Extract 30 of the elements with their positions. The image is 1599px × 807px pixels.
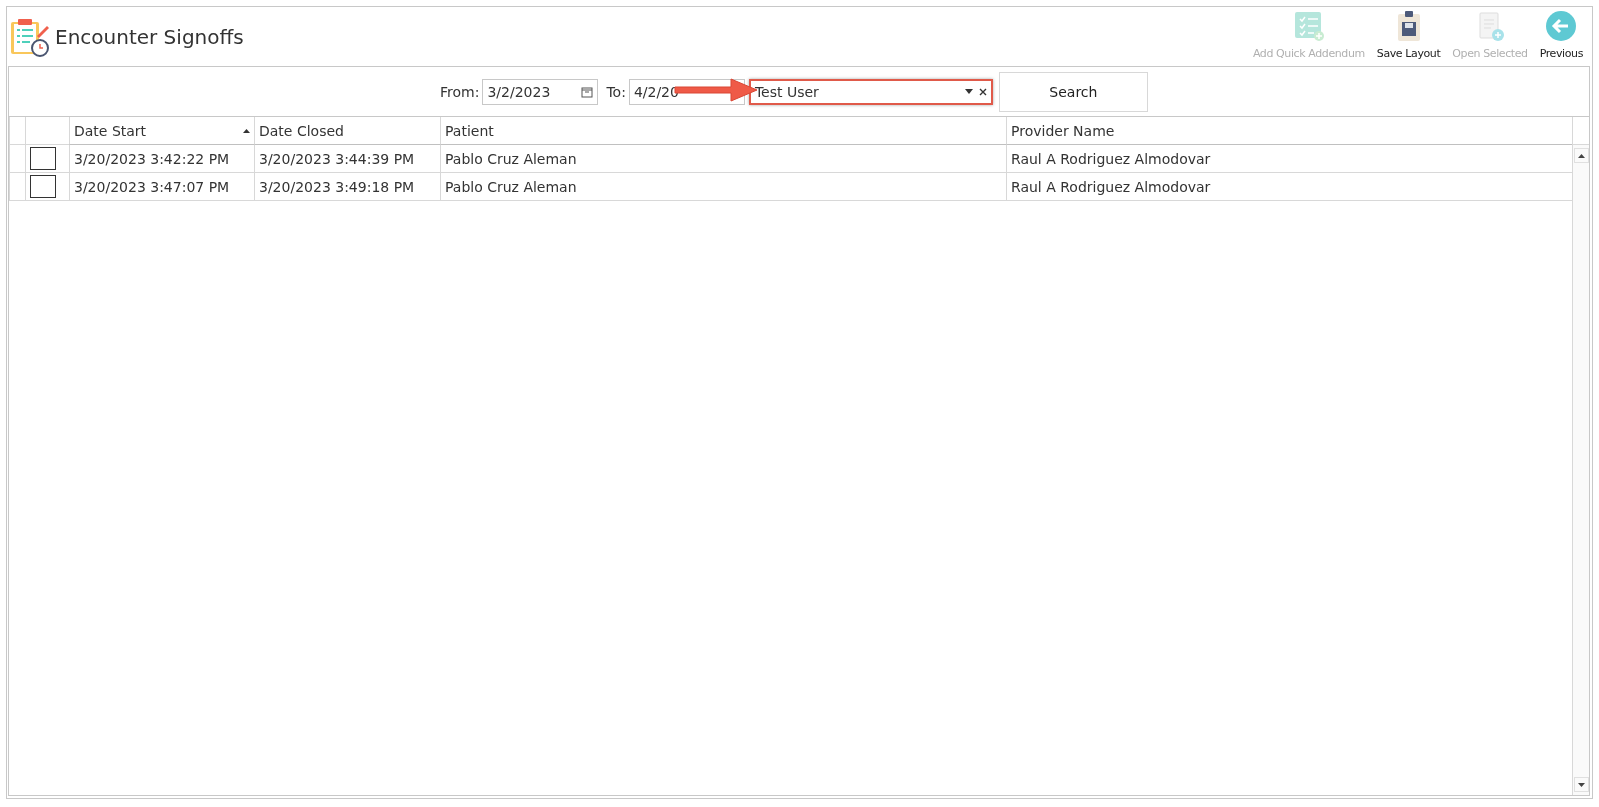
row-indicator-header [9,117,25,145]
table-cell: Pablo Cruz Aleman [440,145,1006,173]
column-header[interactable]: Date Closed [254,117,440,145]
clear-icon[interactable] [978,87,987,96]
table-cell: Raul A Rodriguez Almodovar [1006,173,1572,201]
scrollbar[interactable] [1572,145,1589,795]
table-cell: 3/20/2023 3:49:18 PM [254,173,440,201]
from-date-field[interactable]: 3/2/2023 [482,78,599,105]
row-checkbox[interactable] [30,147,56,170]
scroll-down-icon[interactable] [1573,777,1589,792]
user-dropdown[interactable]: Test User [748,78,993,105]
table-cell: Pablo Cruz Aleman [440,173,1006,201]
to-label: To: [606,83,626,100]
column-header[interactable]: Date Start [69,117,254,145]
table-cell: Raul A Rodriguez Almodovar [1006,145,1572,173]
column-header[interactable]: Patient [440,117,1006,145]
table-cell: 3/20/2023 3:42:22 PM [69,145,254,173]
window-title: Encounter Signoffs [55,24,244,49]
toolbar-button[interactable]: Previous [1533,10,1589,60]
column-header[interactable]: Provider Name [1006,117,1572,145]
table-cell: 3/20/2023 3:47:07 PM [69,173,254,201]
calendar-icon [581,85,594,98]
toolbar-button[interactable]: Save Layout [1370,10,1447,60]
from-label: From: [440,83,480,100]
row-checkbox[interactable] [30,175,56,198]
table-cell: 3/20/2023 3:44:39 PM [254,145,440,173]
dropdown-caret-icon [964,89,973,94]
search-button[interactable]: Search [998,71,1148,112]
checklist-icon [1292,10,1325,42]
scroll-up-icon[interactable] [1573,148,1589,163]
